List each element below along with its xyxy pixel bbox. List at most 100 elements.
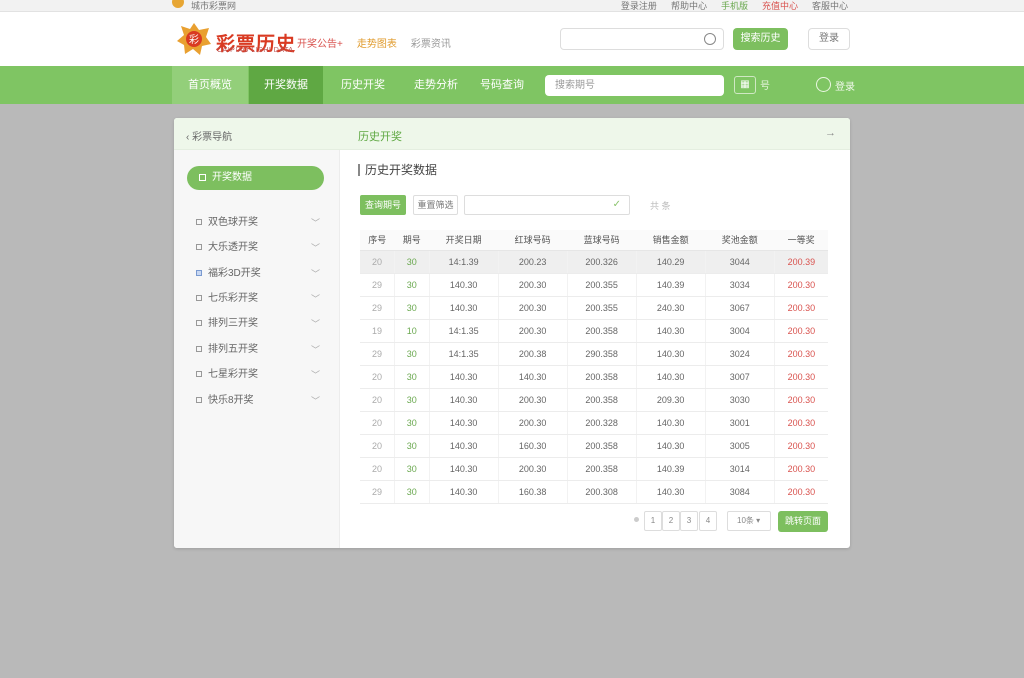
nav-search-input[interactable]: 搜索期号 [545, 75, 724, 96]
table-row[interactable]: 20 30 140.30 200.30 200.358 209.30 3030 200.30 [360, 388, 828, 412]
table-row[interactable]: 29 30 140.30 160.38 200.308 140.30 3084 200.30 [360, 480, 828, 504]
top-link-help[interactable]: 帮助中心 [671, 0, 707, 12]
table-cell: 140.30 [428, 388, 499, 412]
pager-page[interactable]: 2 [662, 511, 680, 531]
col-header[interactable]: 开奖日期 [429, 230, 499, 251]
table-cell: 3084 [704, 480, 775, 504]
table-row[interactable]: 19 10 14:1.35 200.30 200.358 140.30 3004 200.30 [360, 319, 828, 343]
main-nav-bar: 首页概览 开奖数据 历史开奖 走势分析 号码查询 搜索期号 ▦ 号 登录 [0, 66, 1024, 104]
filter-select[interactable]: ✓ [464, 195, 630, 215]
col-header[interactable]: 序号 [360, 230, 395, 251]
sidebar-item[interactable]: 排列三开奖 ﹀ [196, 314, 320, 334]
table-row[interactable]: 20 30 140.30 140.30 200.358 140.30 3007 200.30 [360, 365, 828, 389]
table-cell: 20 [360, 434, 395, 458]
table-cell: 200.355 [566, 273, 637, 297]
logo-icon[interactable]: 彩 [176, 22, 212, 56]
col-header[interactable]: 红球号码 [498, 230, 568, 251]
sidebar-item[interactable]: 大乐透开奖 ﹀ [196, 238, 320, 258]
table-cell: 3044 [704, 250, 775, 274]
table-cell: 200.39 [773, 250, 828, 274]
sidebar-item[interactable]: 七星彩开奖 ﹀ [196, 365, 320, 385]
nav-item-results[interactable]: 开奖数据 [249, 66, 323, 104]
table-cell: 140.30 [635, 480, 706, 504]
header-nav-news[interactable]: 彩票资讯 [411, 35, 451, 50]
goto-page-button[interactable]: 跳转页面 [778, 511, 828, 532]
nav-user-label[interactable]: 登录 [835, 78, 855, 93]
sidebar-item-active[interactable]: 开奖数据 [187, 166, 324, 190]
table-row[interactable]: 20 30 140.30 160.30 200.358 140.30 3005 200.30 [360, 434, 828, 458]
table-cell: 20 [360, 365, 395, 389]
site-header: 彩 彩票历史 CAIPIAO LISHI DATA 开奖公告+ 走势图表 彩票资… [0, 12, 1024, 66]
sidebar-item[interactable]: 排列五开奖 ﹀ [196, 340, 320, 360]
table-cell: 140.30 [497, 365, 568, 389]
pager-prev-icon[interactable] [634, 517, 639, 522]
col-header[interactable]: 一等奖 [774, 230, 828, 251]
sidebar-item[interactable]: 快乐8开奖 ﹀ [196, 391, 320, 411]
top-link-service[interactable]: 客服中心 [812, 0, 848, 12]
pager-page[interactable]: 3 [680, 511, 698, 531]
nav-item-analysis[interactable]: 走势分析 [403, 66, 469, 104]
table-cell: 200.358 [566, 457, 637, 481]
nav-icon-label[interactable]: 号 [760, 77, 770, 92]
col-header[interactable]: 期号 [394, 230, 430, 251]
top-links: 登录注册 帮助中心 手机版 充值中心 客服中心 [621, 0, 848, 12]
top-link-login[interactable]: 登录注册 [621, 0, 657, 12]
table-cell: 30 [394, 250, 430, 274]
content-panel: ‹ 彩票导航 历史开奖 → 开奖数据 双色球开奖 ﹀ 大乐透开奖 ﹀ 福彩3D开奖 ﹀… [174, 118, 850, 548]
table-cell: 140.30 [428, 273, 499, 297]
user-icon[interactable] [816, 77, 831, 92]
nav-item-home[interactable]: 首页概览 [172, 66, 248, 104]
table-cell: 200.326 [566, 250, 637, 274]
table-cell: 200.355 [566, 296, 637, 320]
table-cell: 3014 [704, 457, 775, 481]
calendar-icon[interactable]: ▦ [734, 76, 756, 94]
table-row[interactable]: 20 30 140.30 200.30 200.358 140.39 3014 200.30 [360, 457, 828, 481]
table-cell: 200.358 [566, 388, 637, 412]
top-link-mobile[interactable]: 手机版 [721, 0, 748, 12]
header-login-button[interactable]: 登录 [808, 28, 850, 50]
table-cell: 10 [394, 319, 430, 343]
chevron-down-icon: ﹀ [310, 294, 320, 304]
result-count: 共 条 [650, 201, 671, 211]
col-header[interactable]: 蓝球号码 [567, 230, 637, 251]
query-button[interactable]: 查询期号 [360, 195, 406, 215]
table-cell: 20 [360, 250, 395, 274]
arrow-right-icon[interactable]: → [825, 127, 836, 139]
table-cell: 29 [360, 480, 395, 504]
table-cell: 3024 [704, 342, 775, 366]
reset-button[interactable]: 重置筛选 [413, 195, 458, 215]
main-content: 历史开奖数据 查询期号 重置筛选 ✓ 共 条 序号 期号 开奖日期 红球号码 蓝… [340, 150, 850, 548]
table-cell: 140.39 [635, 273, 706, 297]
table-cell: 200.30 [497, 296, 568, 320]
pager-page[interactable]: 1 [644, 511, 662, 531]
header-nav-announce[interactable]: 开奖公告+ [297, 35, 343, 50]
nav-item-query[interactable]: 号码查询 [469, 66, 535, 104]
table-cell: 20 [360, 411, 395, 435]
pager-page[interactable]: 4 [699, 511, 717, 531]
table-cell: 3007 [704, 365, 775, 389]
table-cell: 200.30 [497, 457, 568, 481]
col-header[interactable]: 销售金额 [636, 230, 706, 251]
sidebar-item[interactable]: 双色球开奖 ﹀ [196, 213, 320, 233]
nav-item-history[interactable]: 历史开奖 [323, 66, 403, 104]
table-row[interactable]: 20 30 14:1.39 200.23 200.326 140.29 3044 200.39 [360, 250, 828, 274]
table-cell: 200.30 [497, 411, 568, 435]
sidebar-item[interactable]: 福彩3D开奖 ﹀ [196, 264, 320, 284]
page-size-select[interactable]: 10条 ▾ [727, 511, 771, 531]
table-row[interactable]: 29 30 140.30 200.30 200.355 140.39 3034 200.30 [360, 273, 828, 297]
search-icon[interactable] [704, 33, 716, 45]
col-header[interactable]: 奖池金额 [705, 230, 775, 251]
header-search-button[interactable]: 搜索历史 [733, 28, 788, 50]
header-nav-trend[interactable]: 走势图表 [357, 35, 397, 50]
site-name[interactable]: 城市彩票网 [191, 0, 236, 12]
table-cell: 160.30 [497, 434, 568, 458]
sidebar-item[interactable]: 七乐彩开奖 ﹀ [196, 289, 320, 309]
table-row[interactable]: 29 30 140.30 200.30 200.355 240.30 3067 200.30 [360, 296, 828, 320]
table-cell: 200.30 [773, 388, 828, 412]
table-row[interactable]: 29 30 14:1.35 200.38 290.358 140.30 3024 200.30 [360, 342, 828, 366]
panel-header: ‹ 彩票导航 历史开奖 → [174, 118, 850, 150]
table-row[interactable]: 20 30 140.30 200.30 200.328 140.30 3001 200.30 [360, 411, 828, 435]
table-cell: 200.30 [773, 273, 828, 297]
header-search-input[interactable] [560, 28, 724, 50]
top-link-recharge[interactable]: 充值中心 [762, 0, 798, 12]
